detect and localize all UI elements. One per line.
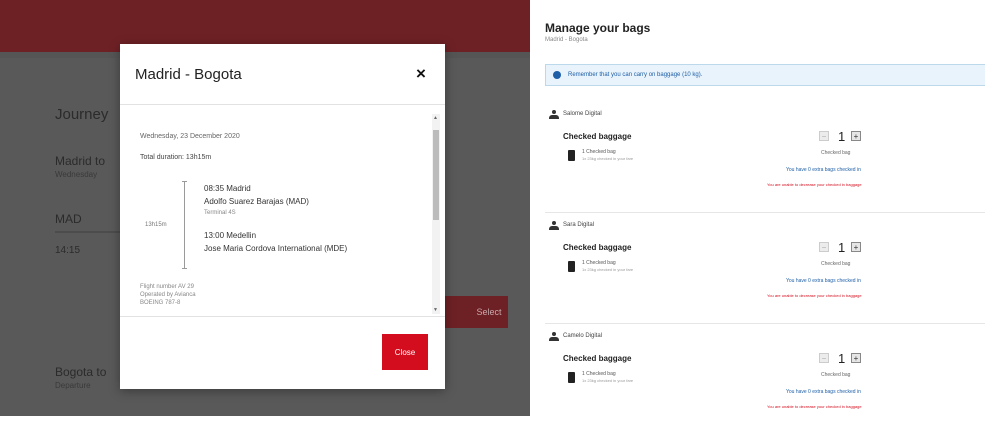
suitcase-icon [568, 261, 575, 272]
bag-quantity: 1 [838, 240, 846, 255]
checked-baggage-label: Checked baggage [563, 243, 632, 252]
bag-quantity: 1 [838, 129, 846, 144]
total-duration: Total duration: 13h15m [140, 154, 212, 161]
checked-bag-caption: Checked bag [821, 261, 851, 267]
modal-header: Madrid - Bogota × [120, 44, 445, 105]
close-icon[interactable]: × [416, 64, 426, 84]
scroll-up-icon[interactable]: ▲ [433, 115, 438, 121]
carry-on-notice: Remember that you can carry on baggage (… [545, 64, 985, 86]
extra-bags-note: You have 0 extra bags checked in [786, 167, 861, 173]
page-title: Manage your bags [545, 21, 651, 35]
checked-bag-caption: Checked bag [821, 150, 851, 156]
decrease-warning: You are unable to decrease your checked … [767, 182, 862, 187]
background-route-2: Bogota to [55, 365, 107, 379]
close-button[interactable]: Close [382, 334, 428, 370]
flight-number: Flight number AV 29 [140, 284, 194, 290]
suitcase-icon [568, 372, 575, 383]
modal-scrollbar[interactable]: ▲ ▼ [432, 114, 440, 314]
departure-time: 08:35 Madrid [204, 184, 251, 193]
passenger-name: Salome Digital [563, 111, 602, 117]
decrease-bag-button[interactable]: − [819, 353, 829, 363]
decrease-warning: You are unable to decrease your checked … [767, 293, 862, 298]
increase-bag-button[interactable]: + [851, 353, 861, 363]
background-route-1: Madrid to [55, 154, 106, 168]
leg-duration: 13h15m [145, 222, 167, 228]
decrease-bag-button[interactable]: − [819, 242, 829, 252]
background-select-button: Select [440, 296, 508, 328]
modal-body[interactable]: Wednesday, 23 December 2020 Total durati… [120, 108, 445, 314]
passenger-card: Sara Digital Checked baggage 1 Checked b… [545, 213, 985, 324]
bag-count-label: 1 Checked bag [582, 260, 616, 266]
extra-bags-note: You have 0 extra bags checked in [786, 278, 861, 284]
background-route-2-sub: Departure [55, 381, 91, 390]
notice-text: Remember that you can carry on baggage (… [568, 72, 703, 78]
passenger-name: Camelo Digital [563, 333, 603, 339]
info-icon [553, 71, 561, 79]
arrival-airport: Jose Maria Cordova International (MDE) [204, 244, 348, 253]
operated-by: Operated by Avianca [140, 292, 196, 298]
user-icon [549, 110, 559, 119]
bag-count-label: 1 Checked bag [582, 149, 616, 155]
timeline-line [182, 181, 187, 269]
departure-airport: Adolfo Suarez Barajas (MAD) [204, 197, 309, 206]
background-divider [55, 231, 125, 233]
checked-bag-caption: Checked bag [821, 372, 851, 378]
extra-bags-note: You have 0 extra bags checked in [786, 389, 861, 395]
background-airport-code: MAD [55, 212, 82, 226]
modal-title: Madrid - Bogota [135, 66, 242, 83]
passenger-card: Camelo Digital Checked baggage 1 Checked… [545, 324, 985, 434]
manage-bags-panel: Manage your bags Madrid - Bogota Remembe… [530, 0, 985, 416]
modal-footer: Close [120, 316, 445, 390]
checked-baggage-label: Checked baggage [563, 354, 632, 363]
increase-bag-button[interactable]: + [851, 242, 861, 252]
decrease-warning: You are unable to decrease your checked … [767, 404, 862, 409]
scroll-down-icon[interactable]: ▼ [433, 307, 438, 313]
background-route-1-sub: Wednesday [55, 170, 98, 179]
bag-quantity: 1 [838, 351, 846, 366]
passenger-name: Sara Digital [563, 222, 595, 228]
background-time: 14:15 [55, 245, 81, 256]
page-subtitle: Madrid - Bogota [545, 37, 588, 43]
bag-weight-label: 1x 23kg checked in your fare [582, 267, 634, 272]
departure-terminal: Terminal 4S [204, 210, 236, 216]
increase-bag-button[interactable]: + [851, 131, 861, 141]
user-icon [549, 332, 559, 341]
user-icon [549, 221, 559, 230]
arrival-time: 13:00 Medellin [204, 231, 257, 240]
checked-baggage-label: Checked baggage [563, 132, 632, 141]
background-heading: Journey [55, 106, 109, 123]
journey-date: Wednesday, 23 December 2020 [140, 133, 240, 140]
decrease-bag-button[interactable]: − [819, 131, 829, 141]
bag-weight-label: 1x 23kg checked in your fare [582, 378, 634, 383]
passenger-card: Salome Digital Checked baggage 1 Checked… [545, 102, 985, 213]
suitcase-icon [568, 150, 575, 161]
bag-count-label: 1 Checked bag [582, 371, 616, 377]
flight-details-modal: Madrid - Bogota × Wednesday, 23 December… [120, 44, 445, 389]
aircraft-type: BOEING 787-8 [140, 300, 181, 306]
bag-weight-label: 1x 23kg checked in your fare [582, 156, 634, 161]
scrollbar-thumb[interactable] [433, 130, 439, 220]
